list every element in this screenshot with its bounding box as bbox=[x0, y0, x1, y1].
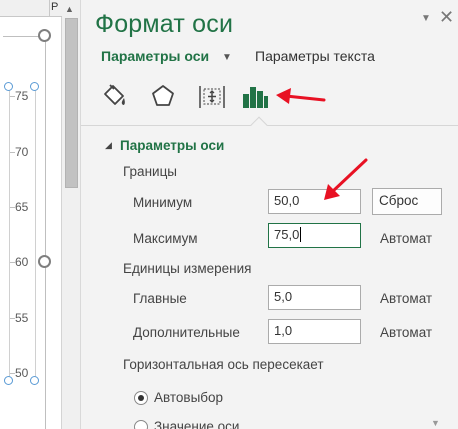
format-axis-pane: Формат оси ▼ ✕ Параметры оси ▼ Параметры… bbox=[81, 0, 458, 429]
tab-axis-options[interactable]: Параметры оси bbox=[101, 48, 209, 64]
major-unit-auto-button[interactable]: Автомат bbox=[380, 291, 432, 306]
worksheet-area[interactable]: P 75 70 65 60 55 50 bbox=[0, 0, 62, 429]
crosses-auto-label[interactable]: Автовыбор bbox=[154, 390, 223, 405]
bounds-group-label: Границы bbox=[123, 164, 177, 179]
pane-title: Формат оси bbox=[95, 10, 234, 38]
axis-selection-handle-bottom-right[interactable] bbox=[30, 376, 39, 385]
column-header-row: P bbox=[0, 0, 62, 17]
axis-tick-label: 75 bbox=[15, 89, 29, 103]
crosses-group-label: Горизонтальная ось пересекает bbox=[123, 357, 324, 372]
crosses-value-radio[interactable] bbox=[134, 420, 148, 429]
minor-unit-auto-button[interactable]: Автомат bbox=[380, 325, 432, 340]
minor-unit-value: 1,0 bbox=[274, 323, 293, 338]
effects-icon[interactable] bbox=[149, 82, 177, 110]
chart-frame-right bbox=[45, 36, 46, 429]
pane-divider bbox=[81, 125, 458, 126]
minimum-input[interactable]: 50,0 bbox=[268, 189, 361, 214]
chart-resize-handle-top-right[interactable] bbox=[38, 29, 51, 42]
collapse-triangle-icon[interactable]: ◢ bbox=[105, 140, 112, 151]
axis-tick-label: 60 bbox=[15, 255, 29, 269]
plot-area-right-border bbox=[35, 87, 36, 381]
crosses-auto-radio[interactable] bbox=[134, 391, 148, 405]
maximum-input[interactable]: 75,0 bbox=[268, 223, 361, 248]
active-category-pointer bbox=[250, 116, 268, 134]
minimum-label: Минимум bbox=[133, 195, 193, 210]
minor-unit-input[interactable]: 1,0 bbox=[268, 319, 361, 344]
close-icon[interactable]: ✕ bbox=[439, 7, 454, 28]
axis-tick-label: 65 bbox=[15, 200, 29, 214]
reset-button-label: Сброс bbox=[379, 193, 419, 208]
maximum-value: 75,0 bbox=[274, 227, 300, 242]
axis-selection-handle-bottom-left[interactable] bbox=[4, 376, 13, 385]
fill-line-icon[interactable] bbox=[101, 82, 129, 110]
section-axis-options[interactable]: Параметры оси bbox=[120, 138, 224, 153]
units-group-label: Единицы измерения bbox=[123, 261, 252, 276]
pane-options-chevron-icon[interactable]: ▼ bbox=[421, 13, 431, 24]
axis-selection-handle-top-right[interactable] bbox=[30, 82, 39, 91]
reset-minimum-button[interactable]: Сброс bbox=[372, 188, 442, 215]
minor-unit-label: Дополнительные bbox=[133, 325, 240, 340]
maximum-label: Максимум bbox=[133, 231, 198, 246]
column-divider bbox=[49, 0, 50, 17]
major-unit-value: 5,0 bbox=[274, 289, 293, 304]
axis-options-icon[interactable] bbox=[241, 82, 269, 110]
axis-selection-handle-top-left[interactable] bbox=[4, 82, 13, 91]
size-properties-icon[interactable] bbox=[198, 82, 226, 110]
axis-tick-label: 55 bbox=[15, 311, 29, 325]
vertical-scrollbar[interactable]: ▲ bbox=[62, 0, 81, 429]
axis-tick-label: 70 bbox=[15, 145, 29, 159]
crosses-value-label[interactable]: Значение оси bbox=[154, 419, 239, 429]
chevron-down-icon[interactable]: ▼ bbox=[222, 52, 232, 63]
text-cursor bbox=[300, 227, 302, 242]
pane-scroll-down-icon[interactable]: ▼ bbox=[431, 418, 440, 428]
scroll-up-arrow-icon[interactable]: ▲ bbox=[65, 4, 74, 14]
tab-text-options[interactable]: Параметры текста bbox=[255, 48, 375, 64]
axis-tick-label: 50 bbox=[15, 366, 29, 380]
chart-resize-handle-right[interactable] bbox=[38, 255, 51, 268]
maximum-auto-button[interactable]: Автомат bbox=[380, 231, 432, 246]
scrollbar-thumb[interactable] bbox=[65, 18, 78, 188]
minimum-value: 50,0 bbox=[274, 193, 300, 208]
plot-area-left-border bbox=[9, 87, 10, 381]
major-unit-label: Главные bbox=[133, 291, 187, 306]
column-header-p[interactable]: P bbox=[51, 1, 58, 13]
major-unit-input[interactable]: 5,0 bbox=[268, 285, 361, 310]
